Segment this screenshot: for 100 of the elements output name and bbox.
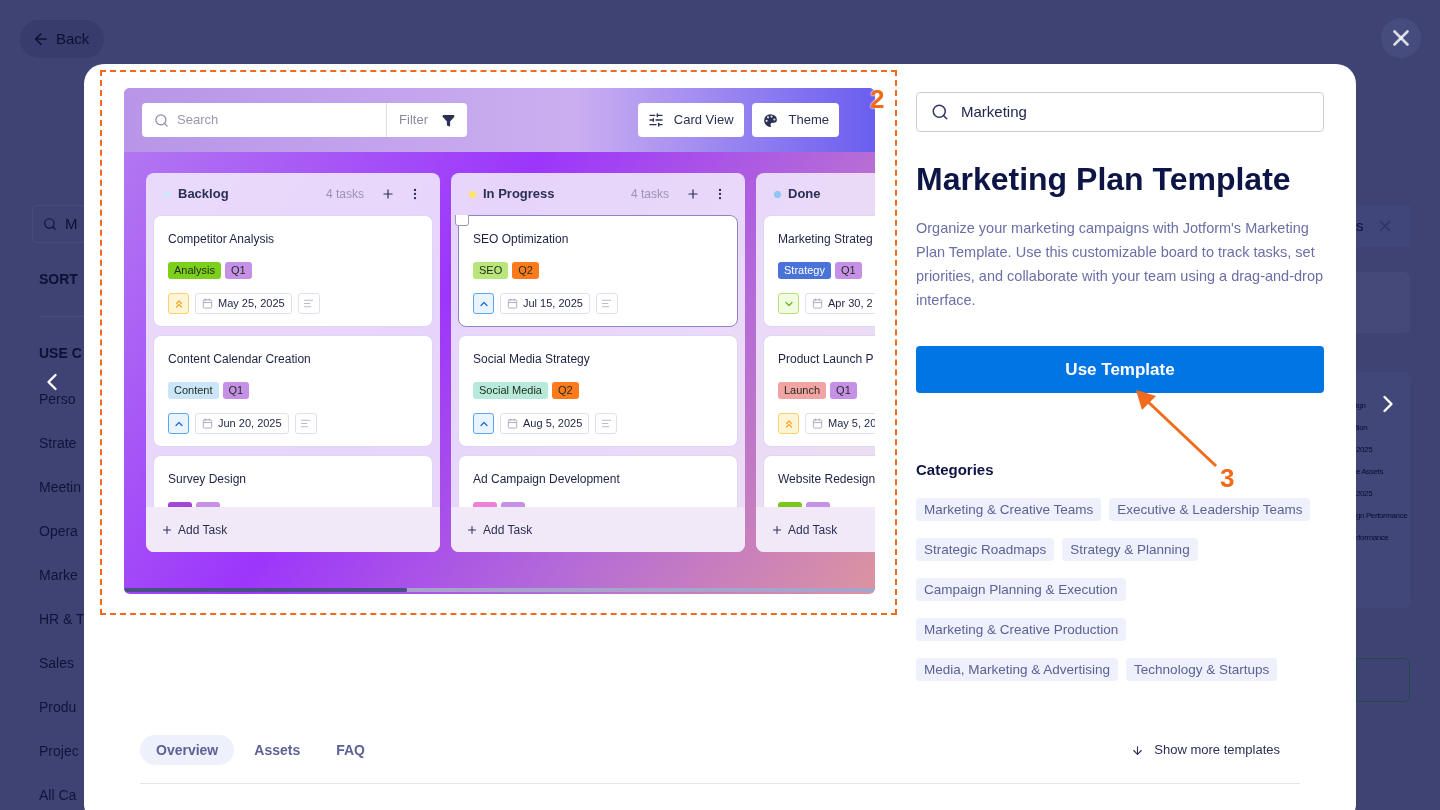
card-text: e Assets [1356, 466, 1384, 478]
show-more-link[interactable]: Show more templates [1131, 735, 1280, 765]
filter-button[interactable]: Filter [387, 103, 467, 137]
column-title: Done [788, 185, 821, 204]
column-title: Backlog [178, 185, 229, 204]
plus-icon [466, 523, 478, 536]
add-task-button[interactable]: Add Task [451, 507, 745, 552]
template-description: Organize your marketing campaigns with Jotform's Marketing Plan Template. Use this customizable board to track tasks, set priorities, and collaborate with your team using a drag-and-drop interface. [916, 219, 1324, 310]
card-title: Survey Design [168, 471, 247, 488]
search-text: s [1356, 215, 1364, 236]
task-card[interactable]: Content Calendar Creation Content Q1 Jun 20, 2025 [153, 335, 433, 447]
category-tag[interactable]: Technology & Startups [1126, 657, 1278, 681]
card-text: 2025 [1356, 444, 1373, 456]
task-card[interactable]: Survey Design [153, 455, 433, 507]
categories-heading: Categories [916, 460, 994, 480]
add-task-button[interactable]: Add Task [146, 507, 440, 552]
tag: Q2 [512, 262, 539, 279]
card-title: SEO Optimization [473, 231, 569, 248]
card-title: Ad Campaign Development [473, 471, 620, 488]
column-title: In Progress [483, 185, 555, 204]
category-tag[interactable]: Marketing & Creative Teams [916, 497, 1102, 521]
card-title: Social Media Strategy [473, 351, 590, 368]
scrollbar-thumb[interactable] [124, 588, 407, 592]
card-text: 2025 [1356, 488, 1373, 500]
card-title: Product Launch P [778, 351, 874, 368]
due-date: May 5, 20 [828, 416, 875, 432]
task-card[interactable]: SEO Optimization SEO Q2 Jul 15, 2025 [458, 215, 738, 327]
task-card[interactable]: Competitor Analysis Analysis Q1 May 25, 2025 [153, 215, 433, 327]
priority-indicator[interactable] [473, 293, 494, 314]
tag: Q1 [834, 262, 862, 279]
card-title: Content Calendar Creation [168, 351, 311, 368]
theme-button[interactable]: Theme [751, 103, 839, 137]
task-card[interactable]: Product Launch P Launch Q1 May 5, 20 [763, 335, 875, 447]
calendar-icon [507, 418, 518, 429]
search-icon [931, 103, 949, 121]
tag: Q2 [552, 382, 579, 399]
category-tag[interactable]: Marketing & Creative Production [916, 617, 1127, 641]
tag: SEO [473, 262, 509, 279]
tag: Q1 [224, 262, 252, 279]
category-tag[interactable]: Strategic Roadmaps [916, 537, 1055, 561]
due-date: Apr 30, 2 [828, 296, 873, 312]
date-chip[interactable]: Aug 5, 2025 [500, 413, 590, 434]
task-card[interactable]: Marketing Strateg Strategy Q1 Apr 30, 2 [763, 215, 875, 327]
date-chip[interactable]: Jun 20, 2025 [195, 413, 289, 434]
card-title: Marketing Strateg [778, 231, 873, 248]
card-title: Competitor Analysis [168, 231, 275, 248]
palette-icon [761, 111, 779, 129]
card-title: Website Redesign [778, 471, 875, 488]
task-card[interactable]: Website Redesign [763, 455, 875, 507]
priority-indicator[interactable] [473, 413, 494, 434]
tag: Launch [778, 382, 827, 399]
category-tag[interactable]: Executive & Leadership Teams [1109, 497, 1311, 521]
text-lines-icon [303, 298, 315, 309]
priority-indicator[interactable] [168, 413, 189, 434]
tag: Strategy [778, 262, 831, 279]
search-icon [43, 217, 57, 231]
text-lines-icon [600, 418, 612, 429]
card-checkbox[interactable] [455, 215, 469, 226]
tab[interactable]: Assets [238, 735, 317, 765]
arrow-down-icon [1131, 743, 1145, 757]
task-card[interactable]: Ad Campaign Development [458, 455, 738, 507]
calendar-icon [812, 418, 823, 429]
add-icon[interactable] [381, 187, 395, 201]
tag: Analysis [168, 262, 221, 279]
date-chip[interactable]: May 25, 2025 [195, 293, 292, 314]
plus-icon [161, 523, 173, 536]
tag: Q1 [222, 382, 250, 399]
date-chip[interactable]: May 5, 20 [805, 413, 875, 434]
calendar-icon [202, 418, 213, 429]
section-heading: USE C [39, 344, 82, 363]
sliders-icon [647, 112, 664, 128]
add-task-button[interactable]: Add Task [756, 507, 875, 552]
tag: Q1 [830, 382, 857, 399]
task-count: 4 tasks [326, 186, 364, 203]
category-tag[interactable]: Strategy & Planning [1062, 537, 1198, 561]
banner [1356, 272, 1410, 333]
annotation-number: 3 [1220, 462, 1235, 495]
task-count: 4 tasks [631, 186, 669, 203]
search-field[interactable]: Marketing [916, 92, 1324, 132]
date-chip[interactable]: Jul 15, 2025 [500, 293, 590, 314]
close-button[interactable] [1381, 18, 1421, 58]
priority-indicator[interactable] [778, 293, 799, 314]
sort-label: SORT [39, 270, 78, 289]
due-date: May 25, 2025 [218, 296, 285, 312]
plus-icon [771, 523, 783, 536]
calendar-icon [812, 298, 823, 309]
use-template-button[interactable]: Use Template [916, 346, 1324, 393]
board-search[interactable]: Search Filter [142, 103, 467, 137]
tab[interactable]: Overview [140, 735, 235, 765]
card-text: ign [1356, 400, 1366, 412]
category-tag[interactable]: Media, Marketing & Advertising [916, 657, 1119, 681]
tab[interactable]: FAQ [320, 735, 381, 765]
date-chip[interactable]: Apr 30, 2 [805, 293, 875, 314]
card-view-button[interactable]: Card View [637, 103, 744, 137]
tag: Content [168, 382, 219, 399]
task-card[interactable]: Social Media Strategy Social Media Q2 Aug 5, 2025 [458, 335, 738, 447]
text-lines-icon [300, 418, 312, 429]
filter-icon [442, 113, 455, 127]
add-icon[interactable] [686, 187, 700, 201]
category-tag[interactable]: Campaign Planning & Execution [916, 577, 1126, 601]
